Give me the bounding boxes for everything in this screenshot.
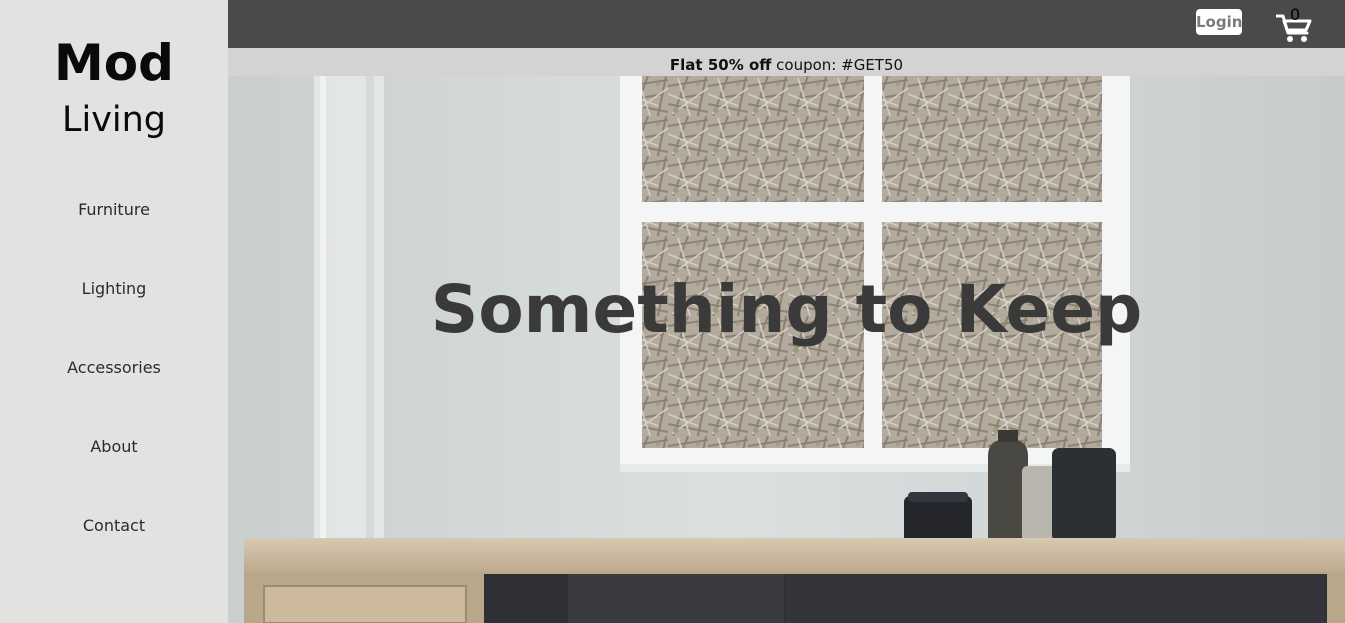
promo-banner: Flat 50% off coupon: #GET50 xyxy=(228,48,1345,76)
promo-text: coupon: #GET50 xyxy=(771,56,904,74)
brand-logo-line2[interactable]: Living xyxy=(0,99,228,141)
nav-accessories[interactable]: Accessories xyxy=(0,357,228,379)
hero-room-illustration xyxy=(228,76,1345,623)
sidebar: Mod Living Furniture Lighting Accessorie… xyxy=(0,0,228,623)
hero-image xyxy=(228,76,1345,623)
nav-lighting[interactable]: Lighting xyxy=(0,278,228,300)
top-bar: Login 0 xyxy=(228,0,1345,48)
hero-title: Something to Keep xyxy=(430,271,1143,348)
nav-about[interactable]: About xyxy=(0,436,228,458)
promo-highlight: Flat 50% off xyxy=(669,56,772,74)
brand-logo-line1[interactable]: Mod xyxy=(0,34,228,92)
cart-count-badge: 0 xyxy=(1290,5,1301,24)
cart-button[interactable]: 0 xyxy=(1276,5,1312,42)
nav-contact[interactable]: Contact xyxy=(0,515,228,537)
nav-furniture[interactable]: Furniture xyxy=(0,199,228,221)
login-button[interactable]: Login xyxy=(1196,9,1242,35)
